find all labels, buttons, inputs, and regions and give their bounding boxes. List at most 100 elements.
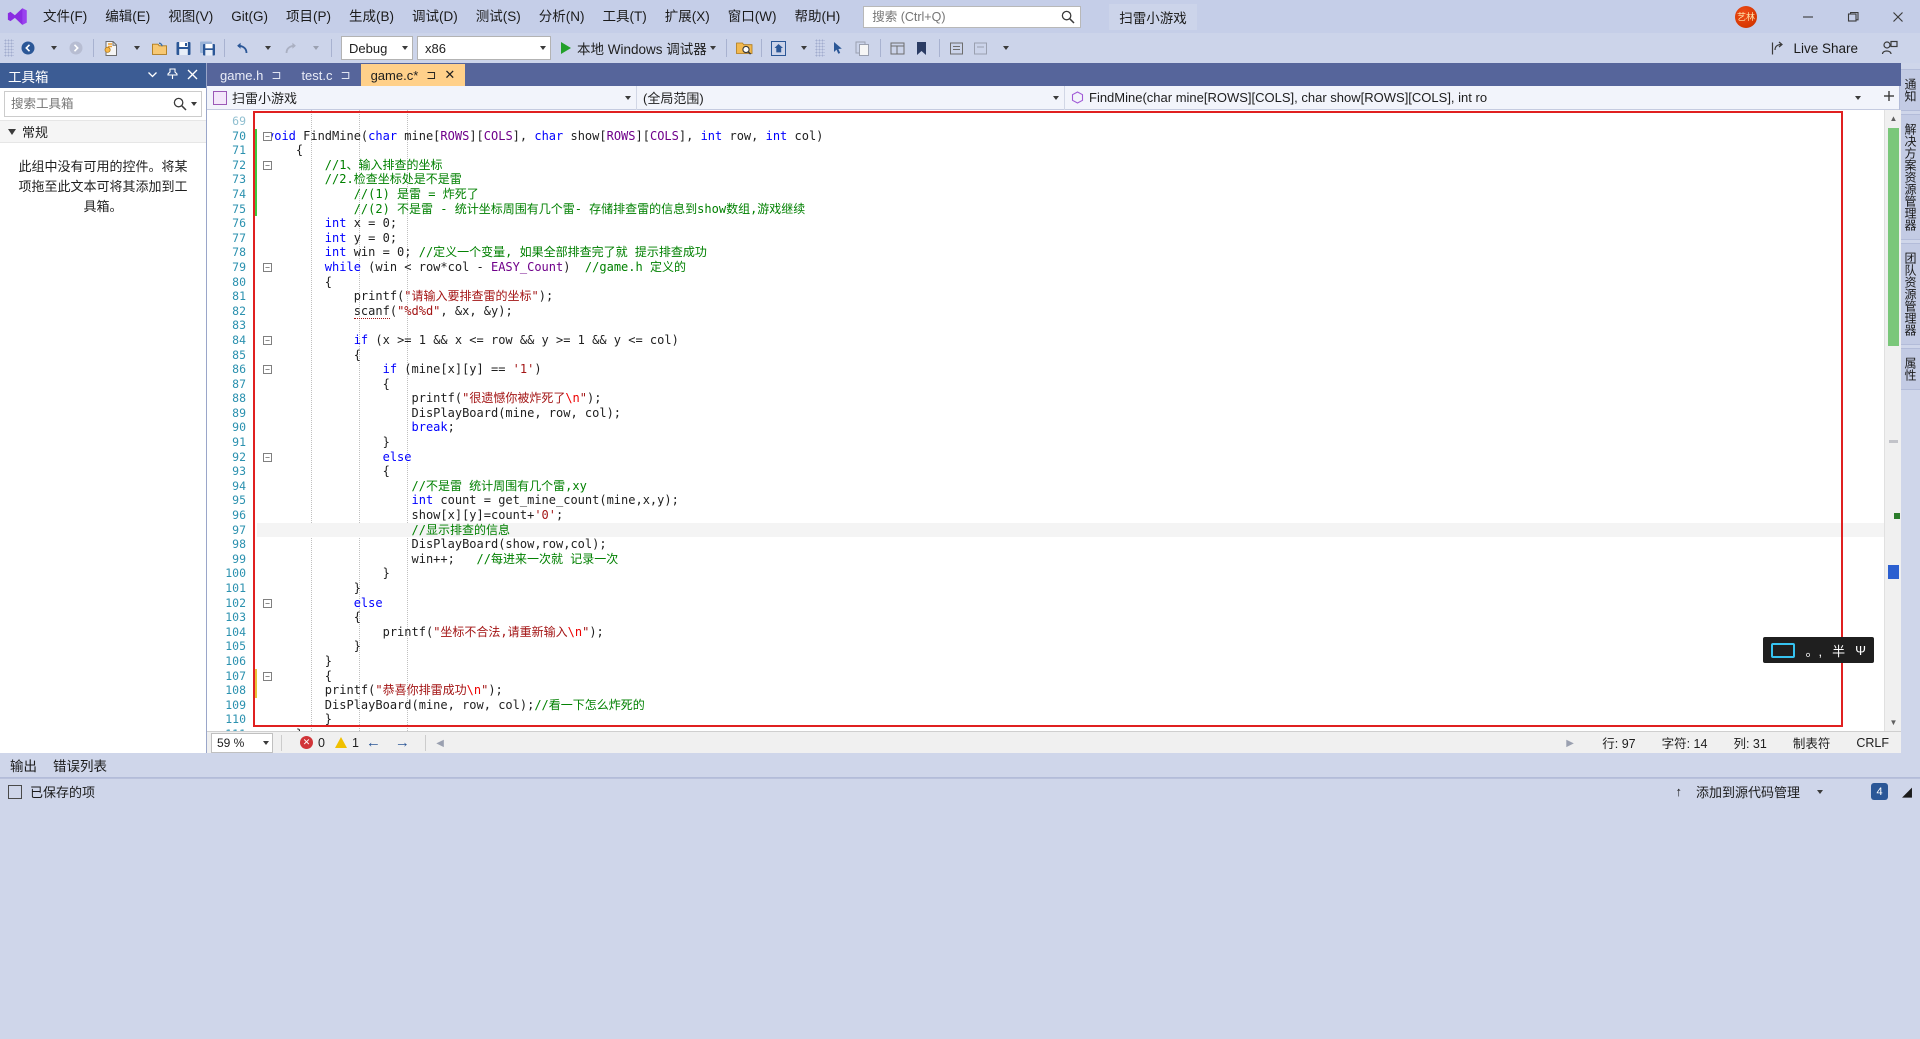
navigate-backward-button[interactable]: [16, 35, 40, 61]
code-line[interactable]: [257, 318, 1884, 333]
maximize-button[interactable]: [1830, 0, 1875, 33]
code-line[interactable]: int win = 0; //定义一个变量, 如果全部排查完了就 提示排查成功: [257, 245, 1884, 260]
collapse-toggle-icon[interactable]: −: [263, 365, 272, 374]
toolbox-pin-icon[interactable]: [167, 68, 178, 83]
global-search-box[interactable]: [863, 6, 1081, 28]
collapse-toggle-icon[interactable]: −: [263, 263, 272, 272]
select-element-button[interactable]: [827, 35, 851, 61]
new-project-dropdown[interactable]: [123, 35, 147, 61]
code-line[interactable]: }: [257, 727, 1884, 731]
toolbox-close-icon[interactable]: [187, 68, 198, 83]
toolbox-search-box[interactable]: [4, 91, 202, 117]
ime-width[interactable]: 半: [1832, 641, 1845, 660]
navigate-backward-dropdown[interactable]: [40, 35, 64, 61]
code-line[interactable]: {: [257, 143, 1884, 158]
code-line[interactable]: if (mine[x][y] == '1')−: [257, 362, 1884, 377]
code-line[interactable]: {: [257, 348, 1884, 363]
find-in-files-button[interactable]: [732, 35, 756, 61]
pin-icon[interactable]: ⊐: [426, 68, 436, 82]
toolbar-option-1[interactable]: [945, 35, 969, 61]
new-project-button[interactable]: [99, 35, 123, 61]
menu-window[interactable]: 窗口(W): [719, 0, 786, 33]
code-line[interactable]: //不是雷 统计周围有几个雷,xy: [257, 479, 1884, 494]
code-line[interactable]: if (x >= 1 && x <= row && y >= 1 && y <=…: [257, 333, 1884, 348]
menu-analyze[interactable]: 分析(N): [530, 0, 594, 33]
home-dropdown[interactable]: [791, 35, 815, 61]
tab-game-c[interactable]: game.c* ⊐ ✕: [361, 64, 466, 86]
code-line[interactable]: show[x][y]=count+'0';: [257, 508, 1884, 523]
error-count-chip[interactable]: ✕ 0: [300, 736, 325, 750]
code-line[interactable]: {: [257, 377, 1884, 392]
tab-test-c[interactable]: test.c ⊐: [291, 64, 360, 86]
rtab-notifications[interactable]: 通知: [1899, 69, 1920, 111]
navbar-scope-combo[interactable]: (全局范围): [637, 86, 1065, 110]
code-line[interactable]: //(1) 是雷 = 炸死了: [257, 187, 1884, 202]
collapse-toggle-icon[interactable]: −: [263, 672, 272, 681]
warning-count-chip[interactable]: 1: [335, 736, 359, 750]
code-line[interactable]: scanf("%d%d", &x, &y);: [257, 304, 1884, 319]
code-line[interactable]: while (win < row*col - EASY_Count) //gam…: [257, 260, 1884, 275]
redo-button[interactable]: [278, 35, 302, 61]
code-line[interactable]: printf("坐标不合法,请重新输入\n");: [257, 625, 1884, 640]
code-line[interactable]: {: [257, 610, 1884, 625]
code-line[interactable]: }: [257, 639, 1884, 654]
status-extra-arrow[interactable]: ►: [1564, 736, 1576, 750]
code-line[interactable]: DisPlayBoard(mine, row, col);: [257, 406, 1884, 421]
open-file-button[interactable]: [147, 35, 171, 61]
pin-icon[interactable]: ⊐: [341, 68, 351, 82]
code-line[interactable]: printf("很遗憾你被炸死了\n");: [257, 391, 1884, 406]
menu-debug[interactable]: 调试(D): [403, 0, 467, 33]
solution-platform-combo[interactable]: x86: [417, 36, 551, 60]
menu-view[interactable]: 视图(V): [159, 0, 222, 33]
toolbar-grip-2[interactable]: [815, 39, 825, 57]
menu-build[interactable]: 生成(B): [340, 0, 403, 33]
navbar-expand-icon[interactable]: [1883, 90, 1895, 105]
code-line[interactable]: break;: [257, 420, 1884, 435]
add-collaborator-icon[interactable]: [1881, 40, 1898, 60]
live-share-button[interactable]: Live Share: [1770, 33, 1858, 63]
toolbox-search-input[interactable]: [11, 97, 172, 111]
toolbar-grip[interactable]: [4, 39, 14, 57]
close-icon[interactable]: ✕: [444, 67, 455, 83]
toolbar-overflow-button[interactable]: [993, 35, 1017, 61]
menu-edit[interactable]: 编辑(E): [96, 0, 159, 33]
notification-badge[interactable]: 4: [1871, 783, 1888, 800]
copy-button[interactable]: [851, 35, 875, 61]
code-line[interactable]: {−: [257, 669, 1884, 684]
nav-extra-arrow[interactable]: ◄: [434, 736, 446, 750]
zoom-level-combo[interactable]: 59 %: [211, 733, 273, 753]
navbar-project-combo[interactable]: 扫雷小游戏: [207, 86, 637, 110]
nav-back-arrow[interactable]: ←: [359, 734, 388, 751]
tab-game-h[interactable]: game.h ⊐: [210, 64, 291, 86]
collapse-toggle-icon[interactable]: −: [263, 453, 272, 462]
code-line[interactable]: int count = get_mine_count(mine,x,y);: [257, 493, 1884, 508]
home-button[interactable]: [767, 35, 791, 61]
nav-forward-arrow[interactable]: →: [388, 734, 417, 751]
code-line[interactable]: [257, 114, 1884, 129]
properties-window-button[interactable]: [886, 35, 910, 61]
scroll-up-arrow[interactable]: ▲: [1885, 110, 1901, 127]
ime-floating-toolbar[interactable]: 。, 半 Ψ: [1763, 637, 1874, 663]
code-line[interactable]: }: [257, 581, 1884, 596]
bottom-tab-output[interactable]: 输出: [10, 755, 37, 775]
avatar[interactable]: 艺林: [1735, 6, 1757, 28]
scroll-down-arrow[interactable]: ▼: [1885, 714, 1901, 731]
source-control-upload-icon[interactable]: ↑: [1675, 784, 1682, 799]
code-lines[interactable]: void FindMine(char mine[ROWS][COLS], cha…: [257, 110, 1884, 731]
collapse-toggle-icon[interactable]: −: [263, 599, 272, 608]
search-input[interactable]: [872, 10, 1060, 24]
code-line[interactable]: printf("恭喜你排雷成功\n");: [257, 683, 1884, 698]
toolbox-search-dropdown-icon[interactable]: [191, 102, 197, 106]
collapse-toggle-icon[interactable]: −: [263, 161, 272, 170]
pin-icon[interactable]: ⊐: [271, 68, 281, 82]
toolbox-group-general[interactable]: 常规: [0, 120, 206, 143]
code-line[interactable]: //(2) 不是雷 - 统计坐标周围有几个雷- 存储排查雷的信息到show数组,…: [257, 202, 1884, 217]
save-all-button[interactable]: [195, 35, 219, 61]
menu-tools[interactable]: 工具(T): [594, 0, 656, 33]
code-line[interactable]: void FindMine(char mine[ROWS][COLS], cha…: [257, 129, 1884, 144]
status-bar-grip[interactable]: ◢: [1902, 784, 1912, 800]
undo-button[interactable]: [230, 35, 254, 61]
ime-punct[interactable]: 。,: [1805, 641, 1822, 660]
bottom-tab-error-list[interactable]: 错误列表: [53, 755, 107, 775]
code-line[interactable]: }: [257, 566, 1884, 581]
